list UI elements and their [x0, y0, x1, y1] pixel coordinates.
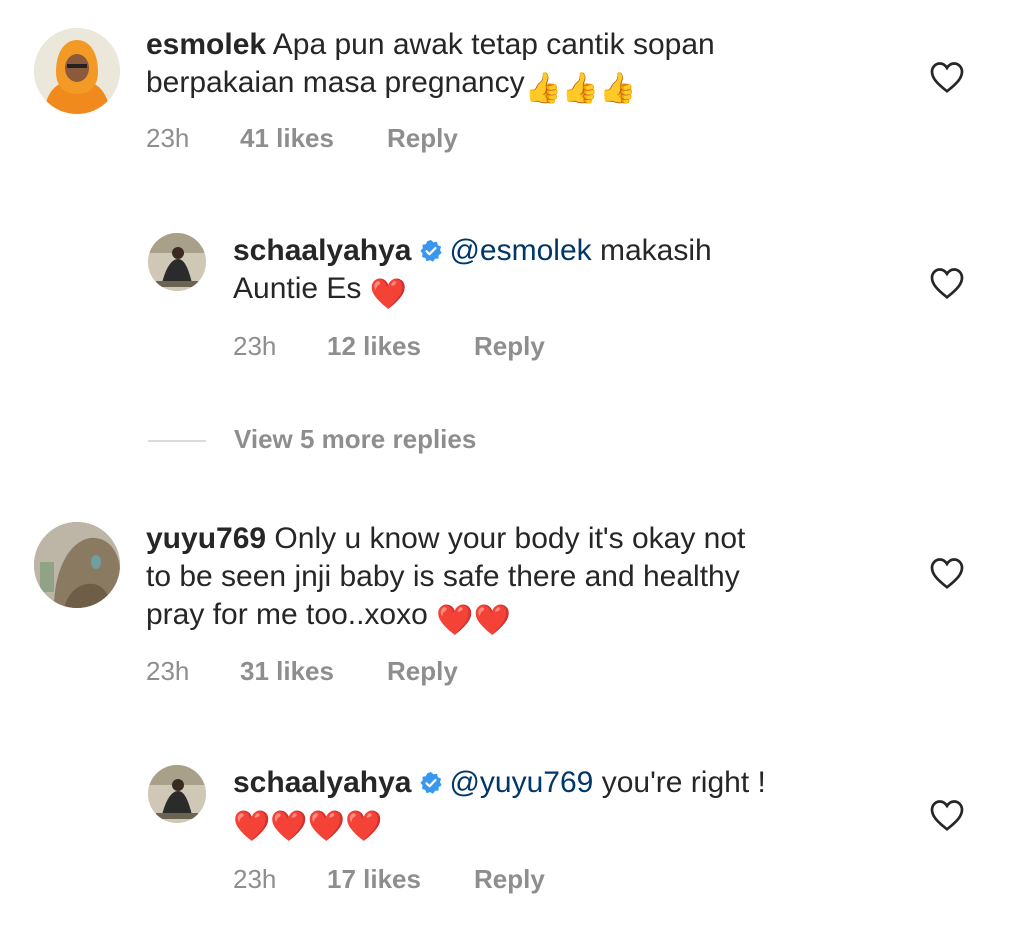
comment-username[interactable]: yuyu769 [146, 522, 266, 555]
like-heart-icon[interactable] [929, 798, 965, 832]
verified-badge-icon [419, 767, 443, 794]
heart-emoji: ❤️❤️❤️❤️ [233, 810, 383, 843]
reply-body-line1: you're right ! [593, 766, 766, 799]
view-more-replies-label[interactable]: View 5 more replies [234, 424, 476, 454]
reply-likes[interactable]: 12 likes [327, 331, 474, 362]
comment-body-line1: Apa pun awak tetap cantik sopan [272, 28, 715, 61]
avatar-schaalyahya[interactable] [148, 233, 206, 291]
comment-username[interactable]: esmolek [146, 28, 266, 61]
like-heart-icon[interactable] [929, 266, 965, 300]
avatar-esmolek[interactable] [34, 28, 120, 114]
reply-username[interactable]: schaalyahya [233, 766, 411, 799]
reply-body-line2: Auntie Es [233, 272, 370, 305]
comment-body-line2: to be seen jnji baby is safe there and h… [146, 560, 740, 593]
heart-emoji: ❤️ [369, 278, 408, 311]
comment-body-line3: pray for me too..xoxo [146, 598, 437, 631]
avatar-schaalyahya[interactable] [148, 765, 206, 823]
divider-line [148, 440, 206, 443]
comment-body-line1: Only u know your body it's okay not [274, 522, 746, 555]
reply-button[interactable]: Reply [474, 864, 545, 895]
comment-time: 23h [146, 656, 190, 686]
comment-time: 23h [146, 123, 190, 153]
comment-likes[interactable]: 41 likes [240, 123, 387, 154]
mention-link[interactable]: @yuyu769 [449, 766, 593, 799]
comment-text: esmolek Apa pun awak tetap cantik sopan … [146, 26, 715, 108]
reply-time: 23h [233, 864, 277, 894]
comment-body-line2: berpakaian masa pregnancy [146, 66, 525, 99]
reply-body-line1: makasih [591, 234, 712, 267]
reply-meta: 23h 12 likes Reply [233, 331, 545, 362]
reply-button[interactable]: Reply [387, 656, 458, 687]
thumbs-up-emoji: 👍👍👍 [524, 72, 637, 105]
verified-badge-icon [419, 235, 443, 262]
like-heart-icon[interactable] [929, 60, 965, 94]
reply-likes[interactable]: 17 likes [327, 864, 474, 895]
comment-meta: 23h 31 likes Reply [146, 656, 458, 687]
heart-emoji: ❤️❤️ [436, 604, 511, 637]
comment-text: yuyu769 Only u know your body it's okay … [146, 520, 745, 640]
reply-button[interactable]: Reply [474, 331, 545, 362]
reply-meta: 23h 17 likes Reply [233, 864, 545, 895]
mention-link[interactable]: @esmolek [449, 234, 591, 267]
reply-username[interactable]: schaalyahya [233, 234, 411, 267]
avatar-yuyu769[interactable] [34, 522, 120, 608]
like-heart-icon[interactable] [929, 556, 965, 590]
reply-text: schaalyahya @yuyu769 you're right ! ❤️❤️❤… [233, 764, 766, 846]
comment-likes[interactable]: 31 likes [240, 656, 387, 687]
reply-text: schaalyahya @esmolek makasih Auntie Es ❤️ [233, 232, 712, 314]
reply-time: 23h [233, 331, 277, 361]
view-more-replies[interactable]: View 5 more replies [148, 424, 476, 455]
comment-meta: 23h 41 likes Reply [146, 123, 458, 154]
reply-button[interactable]: Reply [387, 123, 458, 154]
